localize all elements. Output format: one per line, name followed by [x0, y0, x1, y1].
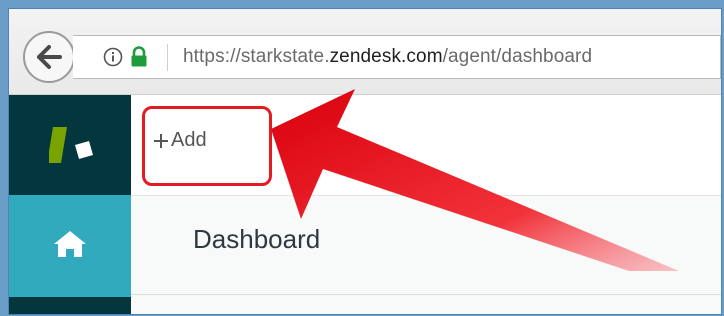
browser-window: https://starkstate.zendesk.com/agent/das… [8, 8, 722, 315]
pointer-arrow-annotation [271, 89, 679, 271]
